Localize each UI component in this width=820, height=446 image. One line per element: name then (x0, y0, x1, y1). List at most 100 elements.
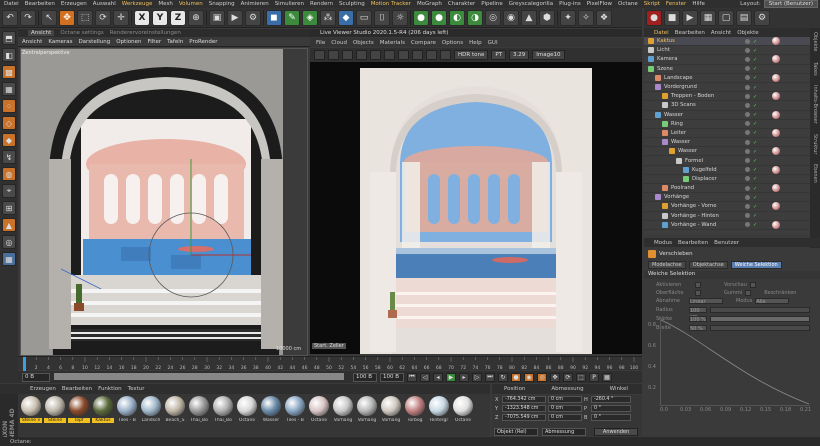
focus-picker-icon[interactable] (384, 50, 395, 60)
record-icon[interactable]: ● (646, 10, 662, 26)
hdr-tone-dropdown[interactable]: HDR tone (454, 50, 489, 60)
object-row[interactable]: Kaktus ✓ (644, 37, 810, 47)
settings-icon[interactable]: ⚙ (754, 10, 770, 26)
octane-tool-icon-9[interactable]: ✦ (560, 9, 576, 26)
save-image-icon[interactable] (440, 50, 451, 60)
object-row[interactable]: Kugelfeld ✓ (644, 165, 810, 175)
object-name[interactable]: Treppen - Boden (671, 93, 714, 99)
texture-mode-icon[interactable]: ▩ (2, 65, 16, 79)
object-row[interactable]: Licht ✓ (644, 46, 810, 56)
make-editable-icon[interactable]: ⬒ (2, 31, 16, 45)
mm-menu-textur[interactable]: Textur (128, 386, 145, 392)
visibility-check-icon[interactable]: ✓ (753, 94, 758, 100)
visibility-check-icon[interactable]: ✓ (753, 103, 758, 109)
visibility-check-icon[interactable]: ✓ (753, 222, 758, 228)
visibility-dot-icon[interactable] (745, 185, 750, 191)
object-row[interactable]: Vorhänge - Hinten ✓ (644, 212, 810, 221)
object-row[interactable]: Vorhänge - Wand ✓ (644, 220, 810, 230)
angle-field[interactable]: -260.4 ° (591, 396, 631, 403)
material-swatch[interactable]: Vorhäng (356, 396, 378, 434)
viewport-menu-filter[interactable]: Filter (147, 39, 161, 45)
play-icon[interactable]: ▶ (682, 10, 698, 26)
position-field[interactable]: -7075.549 cm (502, 414, 546, 421)
material-tag-icon[interactable] (772, 110, 780, 119)
zoom-value[interactable]: 3.29 (509, 50, 530, 60)
prev-frame-icon[interactable]: ◂ (433, 372, 443, 382)
visibility-dot-icon[interactable] (745, 139, 750, 145)
preview-end-field[interactable]: 100 B (380, 372, 404, 382)
solo-icon[interactable]: ◎ (2, 235, 16, 249)
polygons-mode-icon[interactable]: ◆ (2, 133, 16, 147)
visibility-dot-icon[interactable] (745, 194, 750, 200)
checkbox-oberflaeche[interactable] (695, 290, 701, 296)
render-picture-viewer-icon[interactable]: ▶ (227, 9, 243, 26)
visibility-check-icon[interactable]: ✓ (753, 167, 758, 173)
menu-datei[interactable]: Datei (4, 1, 19, 7)
object-row[interactable]: Vorhänge - Vorne ✓ (644, 202, 810, 212)
menu-auswahl[interactable]: Auswahl (93, 1, 116, 7)
tab-octane-settings[interactable]: Octane settings (60, 30, 103, 36)
stop-icon[interactable]: ■ (664, 10, 680, 26)
viewport-menu-optionen[interactable]: Optionen (116, 39, 141, 45)
object-row[interactable]: Wasser ✓ (644, 138, 810, 148)
menu-motion-tracker[interactable]: Motion Tracker (371, 1, 411, 7)
object-name[interactable]: Kugelfeld (692, 167, 717, 173)
visibility-check-icon[interactable]: ✓ (753, 85, 758, 91)
material-tag-icon[interactable] (772, 37, 780, 46)
edges-mode-icon[interactable]: ◇ (2, 116, 16, 130)
record-keys-icon[interactable]: ● (511, 372, 521, 382)
object-name[interactable]: Licht (657, 47, 670, 53)
subtab-objektachse[interactable]: Objektachse (688, 260, 728, 269)
visibility-check-icon[interactable]: ✓ (753, 195, 758, 201)
material-swatch[interactable]: Hintergr (428, 396, 450, 434)
material-swatch[interactable]: Kaktus (92, 396, 114, 434)
coord-mode-dropdown[interactable]: Objekt (Rel) (494, 428, 538, 436)
subdivision-icon[interactable]: ◈ (302, 9, 318, 26)
visibility-dot-icon[interactable] (745, 158, 750, 164)
material-tag-icon[interactable] (772, 55, 780, 64)
checkbox-aktivieren[interactable] (695, 282, 701, 288)
menu-plug-ins[interactable]: Plug-ins (559, 1, 581, 7)
visibility-dot-icon[interactable] (745, 203, 750, 209)
render-view-icon[interactable]: ▣ (209, 9, 225, 26)
undo-icon[interactable]: ↶ (2, 9, 18, 26)
scale-icon[interactable]: ⬚ (77, 9, 93, 26)
visibility-dot-icon[interactable] (745, 75, 750, 81)
send-scene-icon[interactable] (314, 50, 325, 60)
object-name[interactable]: Wasser (678, 148, 697, 154)
radius-field[interactable]: 100 cm (689, 307, 707, 320)
visibility-dot-icon[interactable] (745, 66, 750, 72)
material-swatch[interactable]: Thai_Bo (212, 396, 234, 434)
rotate-icon[interactable]: ⟳ (95, 9, 111, 26)
material-tag-icon[interactable] (772, 202, 780, 211)
angle-field[interactable]: 0 ° (591, 414, 631, 421)
object-row[interactable]: 3D Scans ✓ (644, 101, 810, 111)
object-name[interactable]: Kamera (657, 56, 677, 62)
lv-menu-help[interactable]: Help (469, 40, 482, 46)
lv-menu-materials[interactable]: Materials (380, 40, 405, 46)
visibility-dot-icon[interactable] (745, 167, 750, 173)
light-icon[interactable]: ☼ (392, 9, 408, 26)
layout-dropdown[interactable]: Start (Benutzer) (763, 0, 818, 8)
edit-render-settings-icon[interactable]: ⚙ (245, 9, 261, 26)
layout-selector[interactable]: Layout: Start (Benutzer) (740, 0, 818, 8)
object-row[interactable]: Leiter ✓ (644, 128, 810, 139)
cloner-icon[interactable]: ⁂ (320, 9, 336, 26)
z-axis-lock-button[interactable]: Z (170, 9, 186, 26)
menu-charakter[interactable]: Charakter (448, 1, 475, 7)
visibility-check-icon[interactable]: ✓ (753, 112, 758, 118)
am-menu-modus[interactable]: Modus (654, 240, 672, 246)
key-param-icon[interactable]: P (589, 372, 599, 382)
menu-skript[interactable]: Skript (644, 1, 660, 7)
menu-erzeugen[interactable]: Erzeugen (61, 1, 87, 7)
visibility-dot-icon[interactable] (745, 84, 750, 90)
timeline[interactable]: 0246810121416182022242628303234363840424… (18, 356, 642, 371)
material-tag-icon[interactable] (772, 220, 780, 229)
material-swatch[interactable]: Steine (44, 396, 66, 434)
key-position-icon[interactable]: ✥ (550, 372, 560, 382)
object-name[interactable]: Ring (671, 121, 683, 127)
visibility-dot-icon[interactable] (745, 148, 750, 154)
layout-icon[interactable]: ▦ (700, 10, 716, 26)
size-field[interactable]: 0 cm (548, 405, 582, 412)
checkbox-gummi[interactable] (745, 290, 752, 296)
